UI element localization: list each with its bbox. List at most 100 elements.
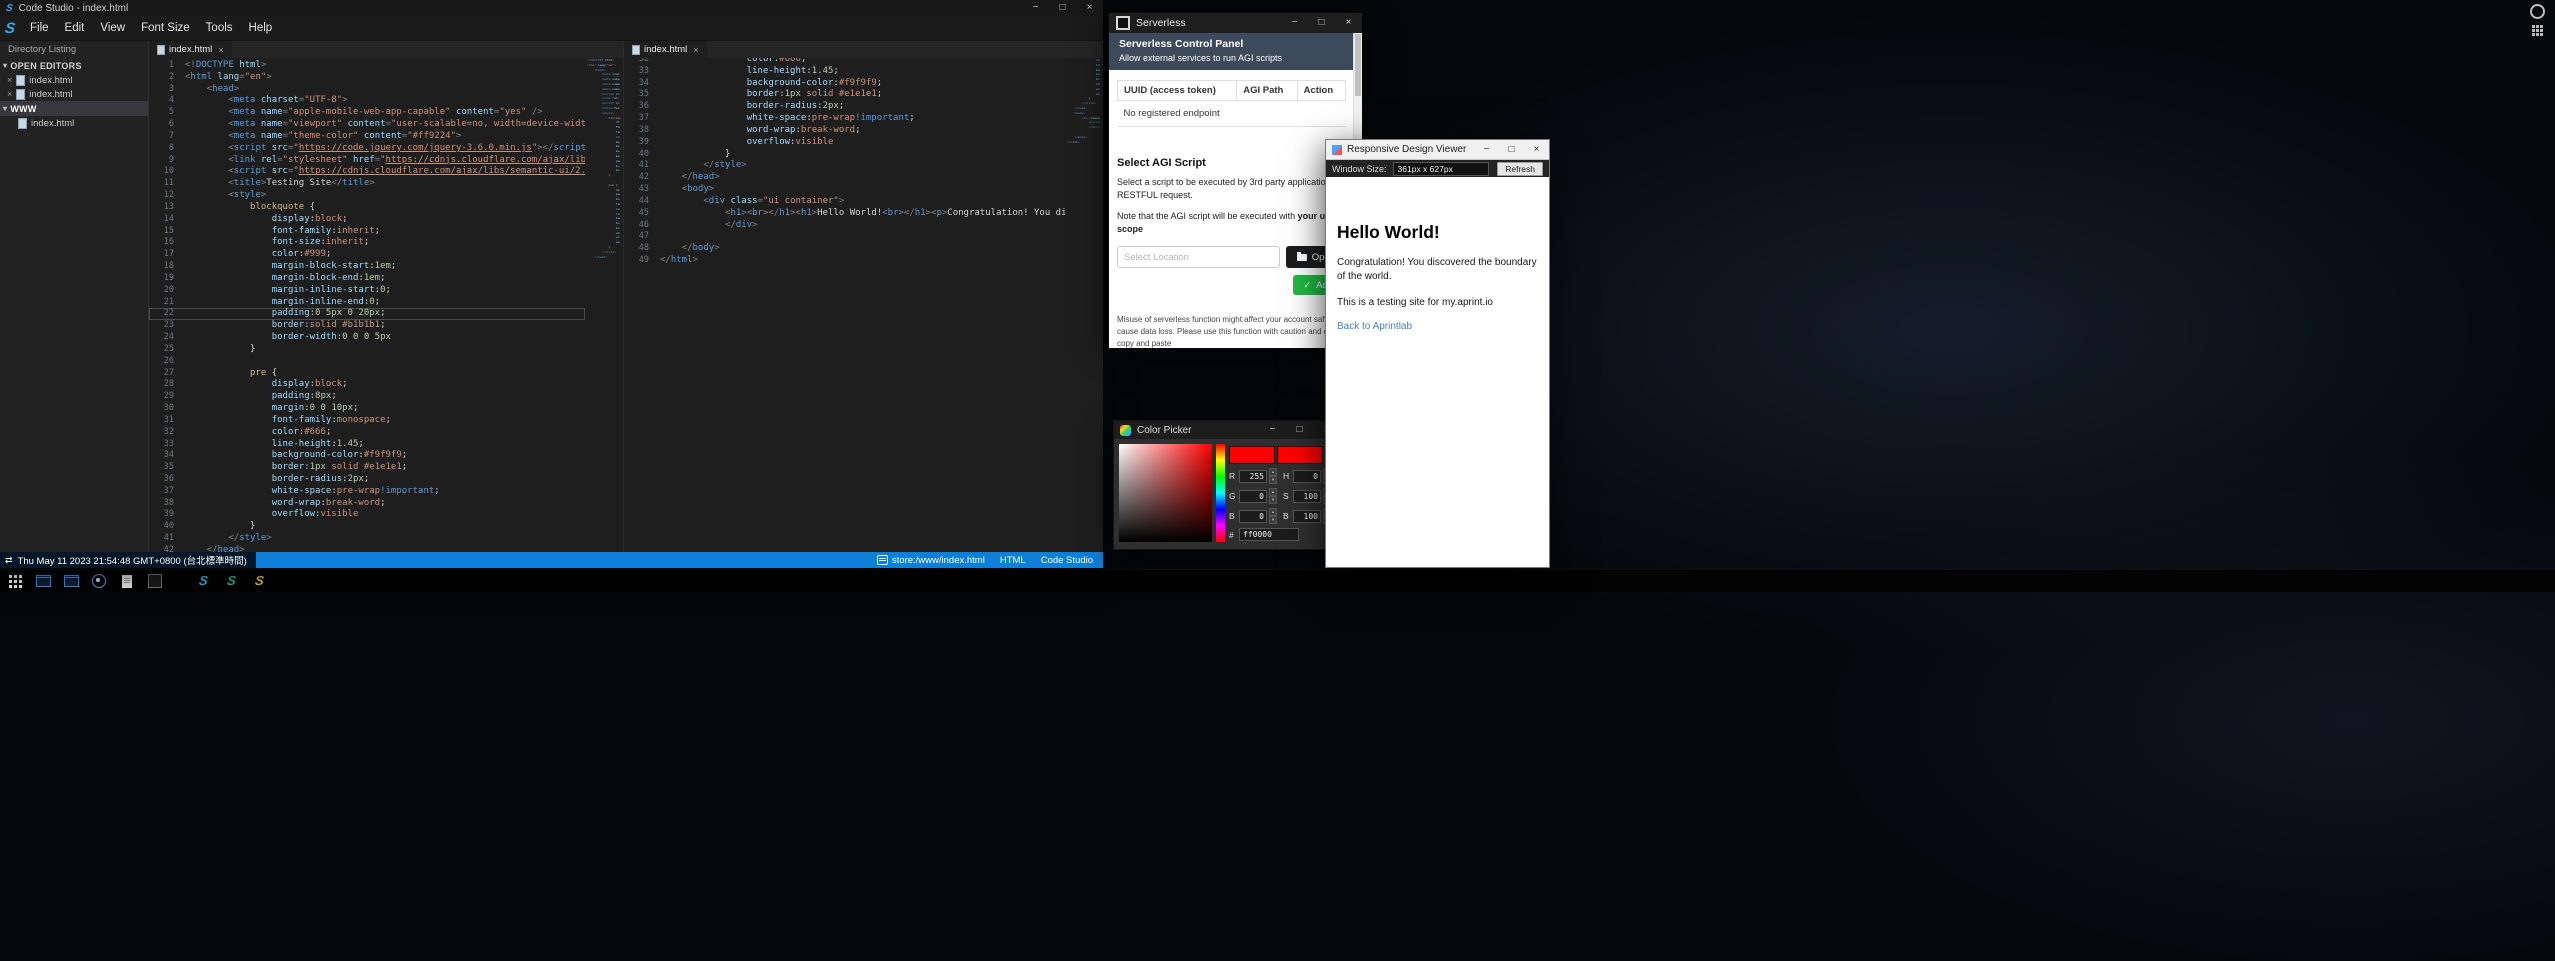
minimize-button[interactable]: −: [1022, 0, 1049, 16]
preview-link[interactable]: Back to Aprintlab: [1337, 321, 1412, 332]
code-line[interactable]: 27 pre {: [149, 368, 585, 380]
menu-help[interactable]: Help: [241, 16, 281, 40]
code-line[interactable]: 34 background-color:#f9f9f9;: [149, 450, 585, 462]
refresh-button[interactable]: Refresh: [1497, 162, 1543, 176]
close-icon[interactable]: ×: [7, 89, 12, 99]
code-line[interactable]: 34 background-color:#f9f9f9;: [624, 78, 1065, 90]
code-line[interactable]: 23 border:solid #b1b1b1;: [149, 320, 585, 332]
code-line[interactable]: 37 white-space:pre-wrap!important;: [624, 113, 1065, 125]
stepper[interactable]: ▴▾: [1269, 468, 1277, 484]
taskbar-browser[interactable]: [91, 573, 107, 589]
tab-index-html[interactable]: index.html ×: [149, 41, 232, 58]
folder-www[interactable]: ▾ WWW: [0, 101, 148, 116]
code-editor[interactable]: 32 color:#666;33 line-height:1.45;34 bac…: [624, 58, 1065, 552]
channel-b-input[interactable]: [1239, 510, 1267, 523]
minimize-button[interactable]: −: [1259, 422, 1286, 438]
code-line[interactable]: 25 }: [149, 344, 585, 356]
code-line[interactable]: 26: [149, 356, 585, 368]
status-file-path[interactable]: store:/www/index.html: [877, 555, 985, 566]
responsive-viewer-titlebar[interactable]: Responsive Design Viewer − □ ×: [1326, 140, 1549, 160]
code-line[interactable]: 13 blockquote {: [149, 202, 585, 214]
saturation-square[interactable]: [1119, 444, 1212, 542]
maximize-button[interactable]: □: [1286, 422, 1313, 438]
minimap[interactable]: color:#666; line-height:1.45; background…: [1067, 58, 1100, 144]
code-line[interactable]: 3 <head>: [149, 84, 585, 96]
taskbar-code-studio-teal[interactable]: S: [223, 573, 239, 589]
code-line[interactable]: 43 <body>: [624, 184, 1065, 196]
status-datetime[interactable]: ⇄ Thu May 11 2023 21:54:48 GMT+0800 (台北標…: [0, 552, 256, 568]
stepper[interactable]: ▴▾: [1269, 488, 1277, 504]
app-grid-icon[interactable]: [2532, 25, 2543, 36]
code-line[interactable]: 11 <title>Testing Site</title>: [149, 178, 585, 190]
channel-g-input[interactable]: [1239, 490, 1267, 503]
code-line[interactable]: 17 color:#999;: [149, 249, 585, 261]
maximize-button[interactable]: □: [1308, 15, 1335, 31]
circle-icon[interactable]: [2530, 4, 2545, 19]
taskbar-file-manager[interactable]: [119, 573, 135, 589]
menu-tools[interactable]: Tools: [198, 16, 241, 40]
code-line[interactable]: 35 border:1px solid #e1e1e1;: [624, 89, 1065, 101]
minimize-button[interactable]: −: [1281, 15, 1308, 31]
code-line[interactable]: 2<html lang="en">: [149, 72, 585, 84]
close-button[interactable]: ×: [1524, 140, 1549, 159]
code-line[interactable]: 8 <script src="https://code.jquery.com/j…: [149, 143, 585, 155]
code-line[interactable]: 10 <script src="https://cdnjs.cloudflare…: [149, 166, 585, 178]
stepper[interactable]: ▴▾: [1269, 508, 1277, 524]
code-line[interactable]: 14 display:block;: [149, 214, 585, 226]
hex-input[interactable]: [1239, 528, 1299, 541]
code-editor[interactable]: 1<!DOCTYPE html>2<html lang="en">3 <head…: [149, 58, 585, 552]
code-line[interactable]: 32 color:#666;: [149, 427, 585, 439]
menu-font-size[interactable]: Font Size: [133, 16, 198, 40]
open-editor-item[interactable]: × index.html: [0, 73, 148, 87]
code-line[interactable]: 1<!DOCTYPE html>: [149, 60, 585, 72]
code-line[interactable]: 21 margin-inline-end:0;: [149, 297, 585, 309]
maximize-button[interactable]: □: [1049, 0, 1076, 16]
close-button[interactable]: ×: [1335, 15, 1362, 31]
window-size-input[interactable]: [1393, 162, 1489, 176]
code-line[interactable]: 49</html>: [624, 255, 1065, 267]
code-line[interactable]: 6 <meta name="viewport" content="user-sc…: [149, 119, 585, 131]
code-line[interactable]: 35 border:1px solid #e1e1e1;: [149, 462, 585, 474]
tab-close-icon[interactable]: ×: [218, 45, 223, 55]
code-line[interactable]: 40 }: [624, 149, 1065, 161]
code-line[interactable]: 32 color:#666;: [624, 58, 1065, 66]
code-line[interactable]: 9 <link rel="stylesheet" href="https://c…: [149, 155, 585, 167]
start-button[interactable]: [7, 573, 23, 589]
scrollbar-thumb[interactable]: [1355, 34, 1361, 96]
code-line[interactable]: 46 </div>: [624, 220, 1065, 232]
taskbar-window-app-2[interactable]: [63, 573, 79, 589]
code-line[interactable]: 31 font-family:monospace;: [149, 415, 585, 427]
code-line[interactable]: 42 </head>: [149, 545, 585, 552]
menu-view[interactable]: View: [92, 16, 133, 40]
code-line[interactable]: 19 margin-block-end:1em;: [149, 273, 585, 285]
code-line[interactable]: 20 margin-inline-start:0;: [149, 285, 585, 297]
code-line[interactable]: 39 overflow:visible: [149, 509, 585, 521]
channel-s-input[interactable]: [1293, 490, 1321, 503]
minimize-button[interactable]: −: [1474, 140, 1499, 159]
close-icon[interactable]: ×: [7, 75, 12, 85]
code-line[interactable]: 30 margin:0 0 10px;: [149, 403, 585, 415]
minimap[interactable]: <!DOCTYPE html><html lang="en"> <head> <…: [587, 58, 620, 259]
code-line[interactable]: 37 white-space:pre-wrap!important;: [149, 486, 585, 498]
open-editor-item[interactable]: × index.html: [0, 87, 148, 101]
tab-close-icon[interactable]: ×: [693, 45, 698, 55]
color-picker-titlebar[interactable]: Color Picker − □ ×: [1114, 421, 1340, 439]
maximize-button[interactable]: □: [1499, 140, 1524, 159]
code-line[interactable]: 48 </body>: [624, 243, 1065, 255]
code-line[interactable]: 4 <meta charset="UTF-8">: [149, 95, 585, 107]
tab-index-html[interactable]: index.html ×: [624, 41, 707, 58]
channel-b2-input[interactable]: [1293, 510, 1321, 523]
taskbar-code-studio-blue[interactable]: S: [195, 573, 211, 589]
channel-h-input[interactable]: [1293, 470, 1321, 483]
code-line[interactable]: 41 </style>: [624, 160, 1065, 172]
serverless-titlebar[interactable]: Serverless − □ ×: [1109, 13, 1362, 33]
status-language[interactable]: HTML: [1000, 555, 1026, 566]
code-line[interactable]: 15 font-family:inherit;: [149, 226, 585, 238]
taskbar-window-app-1[interactable]: [35, 573, 51, 589]
close-button[interactable]: ×: [1076, 0, 1103, 16]
code-line[interactable]: 36 border-radius:2px;: [624, 101, 1065, 113]
code-line[interactable]: 47: [624, 231, 1065, 243]
channel-r-input[interactable]: [1239, 470, 1267, 483]
code-line[interactable]: 42 </head>: [624, 172, 1065, 184]
code-line[interactable]: 18 margin-block-start:1em;: [149, 261, 585, 273]
